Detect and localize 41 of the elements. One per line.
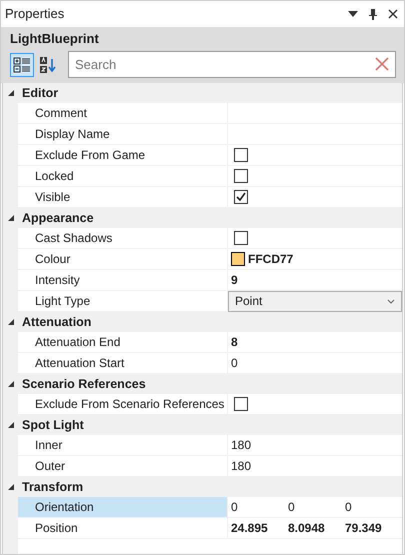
property-label[interactable]: Orientation (18, 497, 228, 518)
expander-icon[interactable] (6, 421, 14, 429)
category-header: Spot Light (21, 416, 84, 434)
expander-icon[interactable] (6, 483, 14, 491)
category-header: Scenario References (21, 376, 146, 393)
category-header: Attenuation (21, 314, 92, 331)
category-header: Transform (21, 478, 84, 496)
chevron-down-icon (387, 298, 395, 304)
vector-component[interactable]: 8.0948 (288, 519, 345, 537)
property-value[interactable]: 180 (231, 436, 252, 454)
categorized-view-button[interactable] (10, 52, 34, 76)
checkbox[interactable] (234, 190, 248, 204)
property-label[interactable]: Position (18, 518, 228, 539)
pin-icon[interactable] (366, 7, 380, 21)
vector-component[interactable]: 0 (345, 498, 402, 516)
vector-component[interactable]: 79.349 (345, 519, 402, 537)
category-header: Appearance (21, 210, 94, 227)
expander-icon[interactable] (6, 89, 14, 97)
property-value[interactable]: 8 (231, 333, 238, 351)
checkbox[interactable] (234, 169, 248, 183)
checkbox[interactable] (234, 148, 248, 162)
panel-title: Properties (5, 5, 66, 23)
checkbox[interactable] (234, 231, 248, 245)
property-value[interactable]: 0 (231, 354, 238, 372)
color-value[interactable]: FFCD77 (248, 250, 294, 268)
vector-component[interactable]: 0 (231, 498, 288, 516)
vector-component[interactable]: 24.895 (231, 519, 288, 537)
light-type-dropdown[interactable]: Point (228, 290, 402, 312)
expander-icon[interactable] (6, 318, 14, 326)
color-swatch[interactable] (231, 252, 245, 266)
property-value[interactable]: 9 (231, 271, 238, 289)
expander-icon[interactable] (6, 214, 14, 222)
close-icon[interactable] (386, 7, 400, 21)
vector-component[interactable]: 0 (288, 498, 345, 516)
checkbox[interactable] (234, 397, 248, 411)
category-header: Editor (21, 84, 58, 102)
search-field[interactable]: Search (68, 51, 396, 78)
clear-search-icon[interactable] (375, 57, 389, 71)
property-value[interactable]: 180 (231, 457, 252, 475)
object-name: LightBlueprint (10, 30, 100, 48)
expander-icon[interactable] (6, 380, 14, 388)
